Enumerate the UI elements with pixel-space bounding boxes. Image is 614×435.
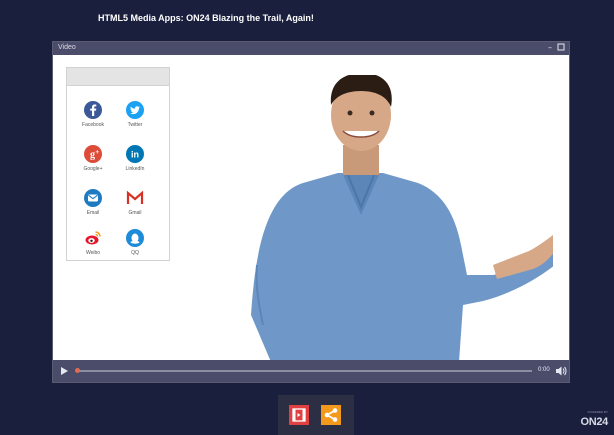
- share-button[interactable]: [321, 405, 341, 425]
- twitter-icon: [126, 101, 144, 119]
- share-label-email: Email: [86, 210, 100, 216]
- share-item-qq[interactable]: QQ: [113, 228, 157, 270]
- share-panel-header: [67, 68, 169, 86]
- on24-logo: ON24: [580, 416, 608, 428]
- svg-text:g: g: [90, 150, 95, 161]
- bottom-toolbar: [278, 395, 354, 435]
- play-icon[interactable]: [59, 366, 69, 376]
- slides-icon: [292, 408, 306, 422]
- share-label-gmail: Gmail: [128, 210, 142, 216]
- time-display: 0:00: [538, 367, 550, 373]
- on24-brand: POWERED BY ON24: [574, 410, 610, 432]
- share-item-facebook[interactable]: Facebook: [71, 100, 115, 142]
- share-item-twitter[interactable]: Twitter: [113, 100, 157, 142]
- share-item-gmail[interactable]: Gmail: [113, 188, 157, 230]
- share-label-google-plus: Google+: [83, 166, 103, 172]
- qq-icon: [126, 229, 144, 247]
- presenter-image: [193, 75, 553, 362]
- facebook-icon: [84, 101, 102, 119]
- slides-button[interactable]: [289, 405, 309, 425]
- share-item-google-plus[interactable]: g + Google+: [71, 144, 115, 186]
- seek-bar[interactable]: [77, 370, 532, 372]
- share-panel: Facebook Twitter g + Google+ in LinkedIn…: [66, 67, 170, 261]
- page-title: HTML5 Media Apps: ON24 Blazing the Trail…: [98, 13, 314, 23]
- share-label-qq: QQ: [131, 250, 139, 256]
- share-label-facebook: Facebook: [82, 122, 104, 128]
- share-icon: [324, 408, 338, 422]
- brand-powered-by: POWERED BY: [587, 410, 608, 414]
- player-control-bar: 0:00: [53, 360, 569, 382]
- video-window-title: Video: [58, 44, 76, 51]
- volume-icon[interactable]: [555, 365, 567, 377]
- google-plus-icon: g +: [84, 145, 102, 163]
- share-label-twitter: Twitter: [127, 122, 143, 128]
- gmail-icon: [126, 190, 144, 204]
- svg-text:+: +: [95, 150, 99, 156]
- share-item-weibo[interactable]: Weibo: [71, 228, 115, 270]
- share-label-linkedin: LinkedIn: [125, 166, 145, 172]
- video-window: Video – Facebook Twitter g + Google+ in …: [52, 41, 570, 383]
- video-area[interactable]: Facebook Twitter g + Google+ in LinkedIn…: [53, 55, 569, 362]
- maximize-icon[interactable]: [556, 43, 566, 53]
- share-item-email[interactable]: Email: [71, 188, 115, 230]
- share-label-weibo: Weibo: [85, 250, 101, 256]
- video-window-header: Video –: [53, 42, 569, 55]
- seek-handle[interactable]: [75, 368, 80, 373]
- linkedin-icon: in: [126, 145, 144, 163]
- svg-text:in: in: [131, 150, 139, 160]
- share-item-linkedin[interactable]: in LinkedIn: [113, 144, 157, 186]
- weibo-icon: [85, 231, 101, 245]
- minimize-icon[interactable]: –: [545, 43, 555, 53]
- email-icon: [84, 189, 102, 207]
